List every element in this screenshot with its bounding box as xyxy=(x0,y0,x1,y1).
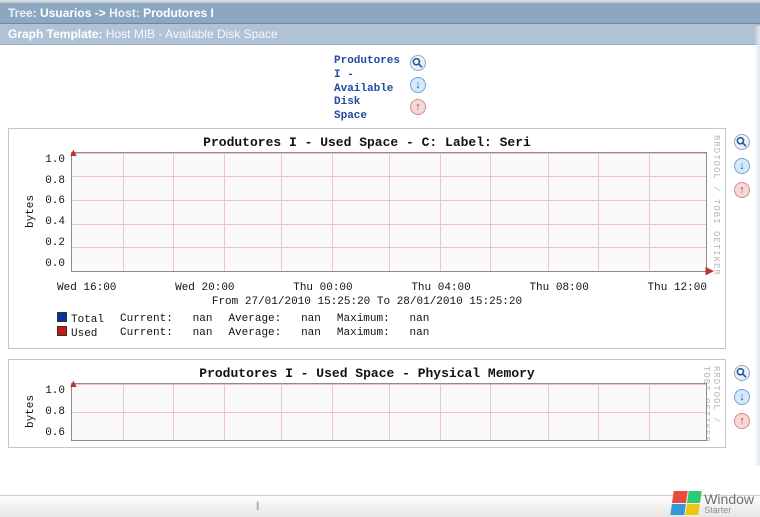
legend-row-total: Total Current: nan Average: nan Maximum:… xyxy=(57,312,707,326)
title-l2: I - xyxy=(334,69,354,81)
scroll-shadow xyxy=(754,26,760,466)
y-axis-arrow-icon: ▲ xyxy=(68,378,79,390)
graph-template-label: Graph Template: xyxy=(8,27,102,41)
chart-plot-area: ▲ ▶ xyxy=(71,152,707,272)
swatch-total-icon xyxy=(57,312,67,322)
windows-flag-icon xyxy=(671,491,702,515)
legend-used-label: Used xyxy=(71,328,97,340)
windows-edition: Starter xyxy=(704,506,754,515)
zoom-icon[interactable] xyxy=(410,55,426,71)
legend-max-label: Maximum: xyxy=(337,313,390,325)
graph-side-icons xyxy=(734,128,752,198)
x-axis-range: From 27/01/2010 15:25:20 To 28/01/2010 1… xyxy=(9,294,725,312)
graph-title-text[interactable]: Produtores I - Available Disk Space xyxy=(334,55,404,124)
zoom-icon[interactable] xyxy=(734,134,750,150)
graph-panel-used-space-c: RRDTOOL / TOBI OETIKER Produtores I - Us… xyxy=(8,128,726,349)
y-axis-arrow-icon: ▲ xyxy=(68,147,79,159)
chart-title: Produtores I - Used Space - Physical Mem… xyxy=(9,360,725,383)
graph-template-value: Host MIB - Available Disk Space xyxy=(106,27,278,41)
host-label: Host: xyxy=(109,6,140,20)
legend-total-label: Total xyxy=(71,314,104,326)
ytick: 0.6 xyxy=(41,427,65,439)
graph-title-row: Produtores I - Available Disk Space xyxy=(0,45,760,128)
chart-plot-area: ▲ xyxy=(71,383,707,441)
legend-avg-label: Average: xyxy=(228,327,281,339)
x-axis-arrow-icon: ▶ xyxy=(706,264,714,277)
x-axis-ticks: Wed 16:00 Wed 20:00 Thu 00:00 Thu 04:00 … xyxy=(9,278,725,294)
plot-wrap: bytes 1.0 0.8 0.6 0.4 0.2 0.0 ▲ ▶ xyxy=(9,152,725,278)
graph-row-1: RRDTOOL / TOBI OETIKER Produtores I - Us… xyxy=(8,128,752,349)
legend-value: nan xyxy=(410,313,430,325)
graphs-container: RRDTOOL / TOBI OETIKER Produtores I - Us… xyxy=(0,128,760,448)
download-csv-icon[interactable] xyxy=(410,77,426,93)
xtick: Thu 00:00 xyxy=(293,282,352,294)
page-top-icon[interactable] xyxy=(734,413,750,429)
tree-value: Usuarios xyxy=(40,6,91,20)
legend-max-label: Maximum: xyxy=(337,327,390,339)
chart-title: Produtores I - Used Space - C: Label: Se… xyxy=(9,129,725,152)
windows-watermark: Window Starter xyxy=(672,491,754,515)
xtick: Thu 12:00 xyxy=(648,282,707,294)
y-axis-ticks: 1.0 0.8 0.6 xyxy=(41,383,71,441)
legend-value: nan xyxy=(410,327,430,339)
download-csv-icon[interactable] xyxy=(734,158,750,174)
swatch-used-icon xyxy=(57,326,67,336)
plot-wrap: bytes 1.0 0.8 0.6 ▲ xyxy=(9,383,725,447)
xtick: Thu 04:00 xyxy=(411,282,470,294)
legend-value: nan xyxy=(193,327,213,339)
page-top-icon[interactable] xyxy=(734,182,750,198)
status-bar: |||| Window Starter xyxy=(0,495,760,517)
graph-row-2: RRDTOOL / TOBI OETIKER Produtores I - Us… xyxy=(8,359,752,448)
title-icon-column xyxy=(410,55,426,115)
ytick: 0.8 xyxy=(41,406,65,418)
legend-value: nan xyxy=(301,313,321,325)
download-csv-icon[interactable] xyxy=(734,389,750,405)
legend-row-used: Used Current: nan Average: nan Maximum: … xyxy=(57,326,707,340)
ytick: 0.6 xyxy=(41,195,65,207)
legend-avg-label: Average: xyxy=(228,313,281,325)
pane-resize-grip-icon[interactable]: |||| xyxy=(256,500,257,510)
tree-label: Tree: xyxy=(8,6,37,20)
y-axis-ticks: 1.0 0.8 0.6 0.4 0.2 0.0 xyxy=(41,152,71,272)
ytick: 0.8 xyxy=(41,175,65,187)
ytick: 0.4 xyxy=(41,216,65,228)
title-l4: Disk xyxy=(334,96,360,108)
legend-value: nan xyxy=(301,327,321,339)
ytick: 0.2 xyxy=(41,237,65,249)
graph-side-icons xyxy=(734,359,752,429)
graph-panel-physical-memory: RRDTOOL / TOBI OETIKER Produtores I - Us… xyxy=(8,359,726,448)
zoom-icon[interactable] xyxy=(734,365,750,381)
ytick: 1.0 xyxy=(41,385,65,397)
graph-template-header: Graph Template: Host MIB - Available Dis… xyxy=(0,24,760,45)
ytick: 0.0 xyxy=(41,258,65,270)
windows-brand: Window xyxy=(704,492,754,506)
xtick: Wed 20:00 xyxy=(175,282,234,294)
breadcrumb: Tree: Usuarios -> Host: Produtores I xyxy=(0,3,760,24)
rrdtool-credit: RRDTOOL / TOBI OETIKER xyxy=(711,135,721,276)
legend-cur-label: Current: xyxy=(120,313,173,325)
breadcrumb-arrow: -> xyxy=(95,6,106,20)
xtick: Wed 16:00 xyxy=(57,282,116,294)
title-l3: Available xyxy=(334,83,393,95)
windows-watermark-text: Window Starter xyxy=(704,492,754,515)
legend-cur-label: Current: xyxy=(120,327,173,339)
title-l1: Produtores xyxy=(334,55,400,67)
chart-legend: Total Current: nan Average: nan Maximum:… xyxy=(9,312,725,348)
y-axis-label: bytes xyxy=(21,195,41,228)
y-axis-label: bytes xyxy=(21,395,41,428)
legend-value: nan xyxy=(193,313,213,325)
xtick: Thu 08:00 xyxy=(529,282,588,294)
ytick: 1.0 xyxy=(41,154,65,166)
host-value: Produtores I xyxy=(143,6,214,20)
title-l5: Space xyxy=(334,110,367,122)
page-top-icon[interactable] xyxy=(410,99,426,115)
